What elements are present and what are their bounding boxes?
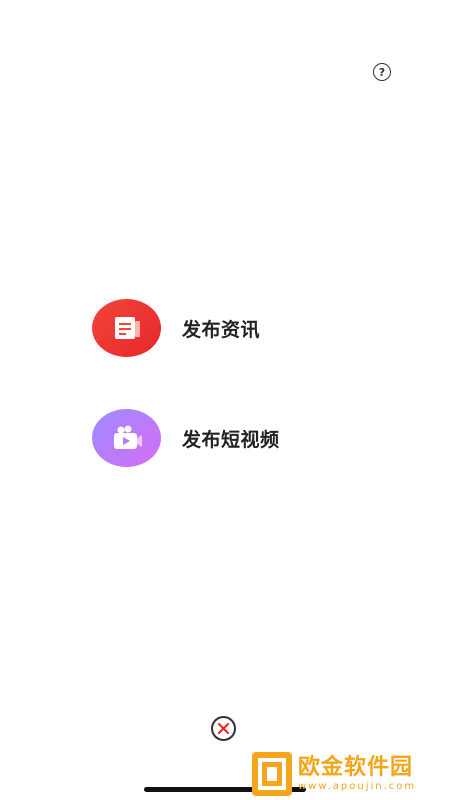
close-icon — [218, 723, 229, 734]
watermark: 欧金软件园 www.apoujin.com — [252, 750, 447, 798]
watermark-logo — [252, 752, 292, 796]
publish-video-button[interactable]: 发布短视频 — [92, 409, 280, 467]
news-document-icon — [114, 317, 140, 339]
news-icon-bubble — [92, 299, 161, 357]
help-button[interactable]: ? — [373, 63, 391, 81]
publish-video-label: 发布短视频 — [182, 428, 280, 451]
watermark-name: 欧金软件园 — [298, 755, 414, 780]
publish-news-label: 发布资讯 — [182, 318, 261, 341]
video-icon-bubble — [92, 409, 161, 467]
publish-news-button[interactable]: 发布资讯 — [92, 299, 260, 357]
video-camera-icon — [113, 425, 142, 449]
watermark-url: www.apoujin.com — [298, 781, 417, 792]
close-button[interactable] — [211, 716, 236, 741]
question-circle-icon: ? — [378, 65, 386, 79]
